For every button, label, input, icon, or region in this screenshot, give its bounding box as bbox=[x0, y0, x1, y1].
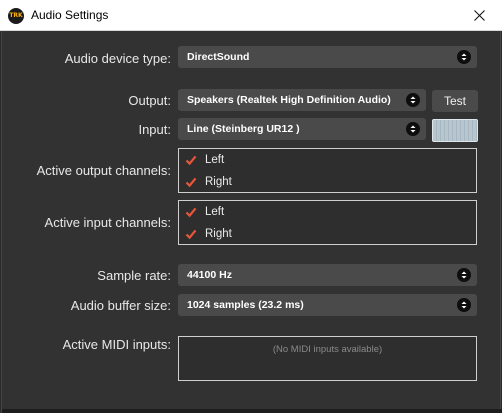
updown-arrow-icon bbox=[406, 93, 420, 107]
updown-arrow-icon bbox=[406, 122, 420, 136]
test-button[interactable]: Test bbox=[432, 90, 478, 112]
buffer-size-value: 1024 samples (23.2 ms) bbox=[187, 299, 304, 311]
sample-rate-label: Sample rate: bbox=[97, 268, 171, 283]
channel-label: Left bbox=[205, 154, 225, 166]
output-label: Output: bbox=[128, 93, 171, 108]
midi-empty-message: (No MIDI inputs available) bbox=[272, 344, 383, 355]
checkmark-icon bbox=[185, 206, 197, 218]
sample-rate-select[interactable]: 44100 Hz bbox=[178, 264, 477, 286]
updown-arrow-icon bbox=[457, 298, 471, 312]
bottom-edge bbox=[2, 409, 502, 413]
checkmark-icon bbox=[185, 228, 197, 240]
device-type-label: Audio device type: bbox=[64, 51, 171, 66]
midi-inputs-label: Active MIDI inputs: bbox=[62, 337, 171, 352]
updown-arrow-icon bbox=[457, 50, 471, 64]
updown-arrow-icon bbox=[457, 268, 471, 282]
output-value: Speakers (Realtek High Definition Audio) bbox=[187, 94, 391, 106]
device-type-value: DirectSound bbox=[187, 51, 250, 63]
channel-label: Right bbox=[205, 228, 232, 240]
checkmark-icon bbox=[185, 176, 197, 188]
buffer-size-label: Audio buffer size: bbox=[70, 298, 171, 313]
device-type-select[interactable]: DirectSound bbox=[178, 46, 477, 68]
output-channels-list: Left Right bbox=[178, 148, 477, 193]
settings-panel: Audio device type: DirectSound Output: S… bbox=[1, 31, 502, 413]
close-icon bbox=[473, 10, 485, 21]
input-select[interactable]: Line (Steinberg UR12 ) bbox=[178, 118, 426, 140]
input-level-meter bbox=[432, 119, 478, 142]
midi-inputs-list[interactable]: (No MIDI inputs available) bbox=[178, 336, 477, 381]
channel-label: Right bbox=[205, 176, 232, 188]
output-select[interactable]: Speakers (Realtek High Definition Audio) bbox=[178, 89, 426, 111]
active-output-channels-label: Active output channels: bbox=[36, 163, 171, 178]
input-label: Input: bbox=[138, 122, 171, 137]
channel-label: Left bbox=[205, 206, 225, 218]
app-logo-icon: TRK bbox=[8, 8, 24, 24]
checkmark-icon bbox=[185, 154, 197, 166]
buffer-size-select[interactable]: 1024 samples (23.2 ms) bbox=[178, 294, 477, 316]
sample-rate-value: 44100 Hz bbox=[187, 269, 232, 281]
output-channel-right[interactable]: Right bbox=[185, 172, 232, 192]
input-channels-list: Left Right bbox=[178, 200, 477, 245]
input-channel-left[interactable]: Left bbox=[185, 202, 224, 222]
active-input-channels-label: Active input channels: bbox=[44, 215, 171, 230]
close-button[interactable] bbox=[456, 0, 502, 31]
input-channel-right[interactable]: Right bbox=[185, 224, 232, 244]
title-bar: TRK Audio Settings bbox=[0, 0, 502, 31]
input-value: Line (Steinberg UR12 ) bbox=[187, 123, 300, 135]
window-title: Audio Settings bbox=[31, 8, 109, 22]
output-channel-left[interactable]: Left bbox=[185, 150, 224, 170]
